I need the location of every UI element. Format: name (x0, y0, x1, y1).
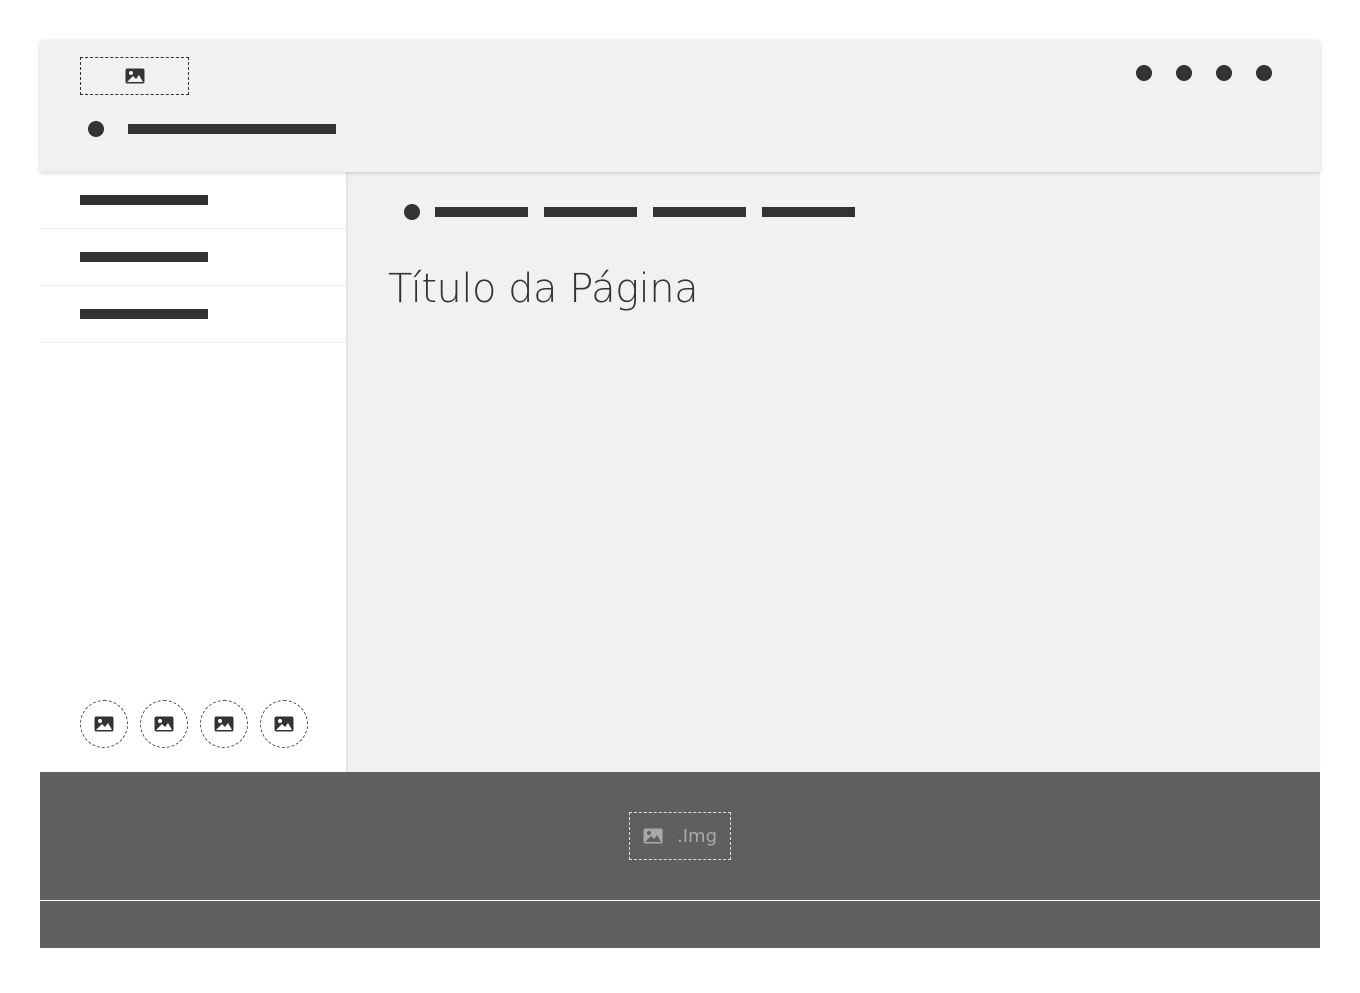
breadcrumb-item[interactable] (653, 207, 746, 217)
user-info[interactable] (88, 121, 336, 137)
home-icon[interactable] (404, 204, 420, 220)
breadcrumb-item[interactable] (762, 207, 855, 217)
header-action-icon[interactable] (1256, 65, 1272, 81)
social-link[interactable] (140, 700, 188, 748)
sidebar-item[interactable] (40, 286, 346, 343)
image-icon (94, 716, 114, 732)
footer: .Img (40, 772, 1320, 900)
header-action-icon[interactable] (1136, 65, 1152, 81)
social-link[interactable] (200, 700, 248, 748)
header-action-icon[interactable] (1176, 65, 1192, 81)
breadcrumb-item[interactable] (435, 207, 528, 217)
social-link[interactable] (80, 700, 128, 748)
image-icon (125, 68, 144, 84)
sidebar-item[interactable] (40, 229, 346, 286)
sidebar-item-label (80, 195, 208, 205)
main-content: Título da Página (348, 172, 1320, 772)
footer-image: .Img (629, 812, 731, 860)
social-link[interactable] (260, 700, 308, 748)
user-name-placeholder (128, 124, 336, 134)
header-action-icon[interactable] (1216, 65, 1232, 81)
sidebar-item[interactable] (40, 172, 346, 229)
image-icon (214, 716, 234, 732)
image-icon (643, 828, 663, 844)
footer-image-label: .Img (677, 825, 717, 847)
social-links (80, 700, 308, 748)
breadcrumb-item[interactable] (544, 207, 637, 217)
image-icon (274, 716, 294, 732)
image-icon (154, 716, 174, 732)
header-actions (1136, 65, 1272, 81)
breadcrumb (404, 204, 855, 220)
sidebar (40, 172, 348, 772)
sidebar-item-label (80, 309, 208, 319)
sub-footer (40, 901, 1320, 948)
header (40, 40, 1320, 172)
logo[interactable] (80, 57, 189, 95)
page-title: Título da Página (388, 266, 699, 312)
sidebar-item-label (80, 252, 208, 262)
app-frame: Título da Página .Img (40, 40, 1320, 948)
user-avatar-icon (88, 121, 104, 137)
